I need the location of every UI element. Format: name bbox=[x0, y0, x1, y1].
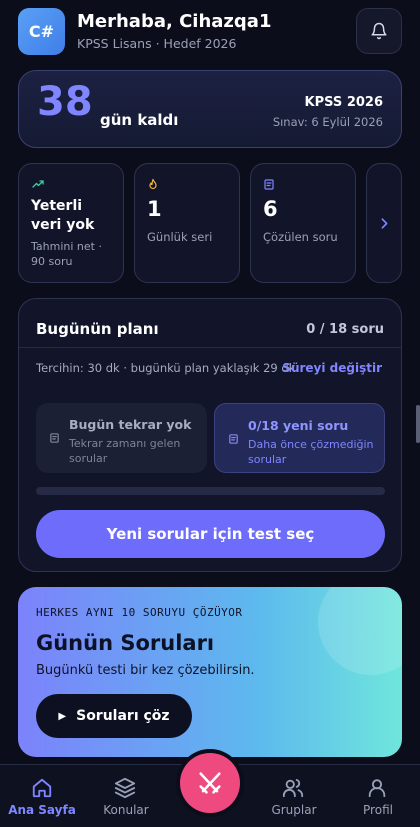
stat-estimate-title: Yeterli veri yok bbox=[31, 198, 95, 233]
new-questions-subtitle: Daha önce çözmediğin sorular bbox=[248, 438, 374, 466]
days-remaining-label: gün kaldı bbox=[100, 111, 179, 129]
greeting-text: Merhaba, Cihazqa1 bbox=[77, 11, 272, 32]
document-icon bbox=[229, 434, 238, 444]
nav-groups-label: Gruplar bbox=[271, 803, 317, 817]
daily-questions-card: HERKES AYNI 10 SORUYU ÇÖZÜYOR Günün Soru… bbox=[18, 587, 402, 757]
nav-groups[interactable]: Gruplar bbox=[252, 765, 336, 827]
plan-progress-bar bbox=[36, 487, 385, 495]
stat-streak-label: Günlük seri bbox=[147, 230, 213, 244]
daily-kicker: HERKES AYNI 10 SORUYU ÇÖZÜYOR bbox=[36, 606, 243, 619]
solve-questions-label: Soruları çöz bbox=[76, 708, 170, 724]
new-questions-title: 0/18 yeni soru bbox=[248, 418, 349, 433]
nav-topics-label: Konular bbox=[103, 803, 149, 817]
stat-card-solved[interactable]: 6 Çözülen soru bbox=[250, 163, 356, 283]
review-tile[interactable]: Bugün tekrar yok Tekrar zamanı gelen sor… bbox=[36, 403, 207, 473]
daily-subtitle: Bugünkü testi bir kez çözebilirsin. bbox=[36, 663, 255, 678]
todays-plan-card: Bugünün planı 0 / 18 soru Tercihin: 30 d… bbox=[18, 298, 402, 572]
nav-topics[interactable]: Konular bbox=[84, 765, 168, 827]
plan-question-count: 0 / 18 soru bbox=[306, 322, 384, 337]
plan-preference-text: Tercihin: 30 dk · bugünkü plan yaklaşık … bbox=[36, 361, 296, 375]
choose-test-button[interactable]: Yeni sorular için test seç bbox=[36, 510, 385, 558]
crossed-swords-icon bbox=[199, 772, 221, 794]
decorative-circle bbox=[318, 587, 402, 675]
stat-solved-value: 6 bbox=[263, 197, 278, 221]
layers-icon bbox=[114, 777, 136, 799]
nav-home-label: Ana Sayfa bbox=[8, 803, 76, 817]
stats-scroll-next-button[interactable] bbox=[366, 163, 402, 283]
change-duration-link[interactable]: Süreyi değiştir bbox=[282, 361, 382, 375]
plan-title: Bugünün planı bbox=[36, 320, 159, 338]
quick-quiz-button[interactable] bbox=[180, 753, 240, 813]
nav-home[interactable]: Ana Sayfa bbox=[0, 765, 84, 827]
new-questions-tile[interactable]: 0/18 yeni soru Daha önce çözmediğin soru… bbox=[214, 403, 385, 473]
review-tile-subtitle: Tekrar zamanı gelen sorular bbox=[69, 437, 181, 465]
scrollbar[interactable] bbox=[416, 405, 420, 443]
stat-card-streak[interactable]: 1 Günlük seri bbox=[134, 163, 240, 283]
user-icon bbox=[368, 779, 386, 798]
exam-goal-text: KPSS Lisans · Hedef 2026 bbox=[77, 36, 237, 51]
document-icon bbox=[50, 433, 59, 443]
exam-name: KPSS 2026 bbox=[304, 95, 383, 110]
stat-estimate-subtitle: Tahmini net · 90 soru bbox=[31, 240, 102, 268]
stat-solved-label: Çözülen soru bbox=[263, 230, 338, 244]
exam-date: Sınav: 6 Eylül 2026 bbox=[272, 115, 383, 129]
daily-title: Günün Soruları bbox=[36, 631, 215, 655]
notifications-button[interactable] bbox=[356, 8, 402, 54]
chevron-right-icon bbox=[381, 218, 388, 229]
document-icon bbox=[264, 179, 274, 190]
users-icon bbox=[282, 779, 304, 798]
nav-profile-label: Profil bbox=[363, 803, 393, 817]
home-icon bbox=[32, 778, 52, 798]
avatar[interactable]: C# bbox=[18, 8, 65, 55]
trend-up-icon bbox=[32, 180, 44, 188]
nav-profile[interactable]: Profil bbox=[336, 765, 420, 827]
divider bbox=[19, 347, 401, 348]
header: C# Merhaba, Cihazqa1 KPSS Lisans · Hedef… bbox=[18, 8, 402, 56]
flame-icon bbox=[149, 178, 157, 190]
days-remaining-number: 38 bbox=[37, 79, 93, 125]
review-tile-title: Bugün tekrar yok bbox=[69, 417, 192, 432]
bell-icon bbox=[371, 22, 387, 40]
play-icon: ▶ bbox=[58, 710, 67, 722]
countdown-card: 38 gün kaldı KPSS 2026 Sınav: 6 Eylül 20… bbox=[18, 70, 402, 148]
solve-questions-button[interactable]: ▶ Soruları çöz bbox=[36, 694, 192, 738]
stat-streak-value: 1 bbox=[147, 197, 162, 221]
stat-card-estimate[interactable]: Yeterli veri yok Tahmini net · 90 soru bbox=[18, 163, 124, 283]
